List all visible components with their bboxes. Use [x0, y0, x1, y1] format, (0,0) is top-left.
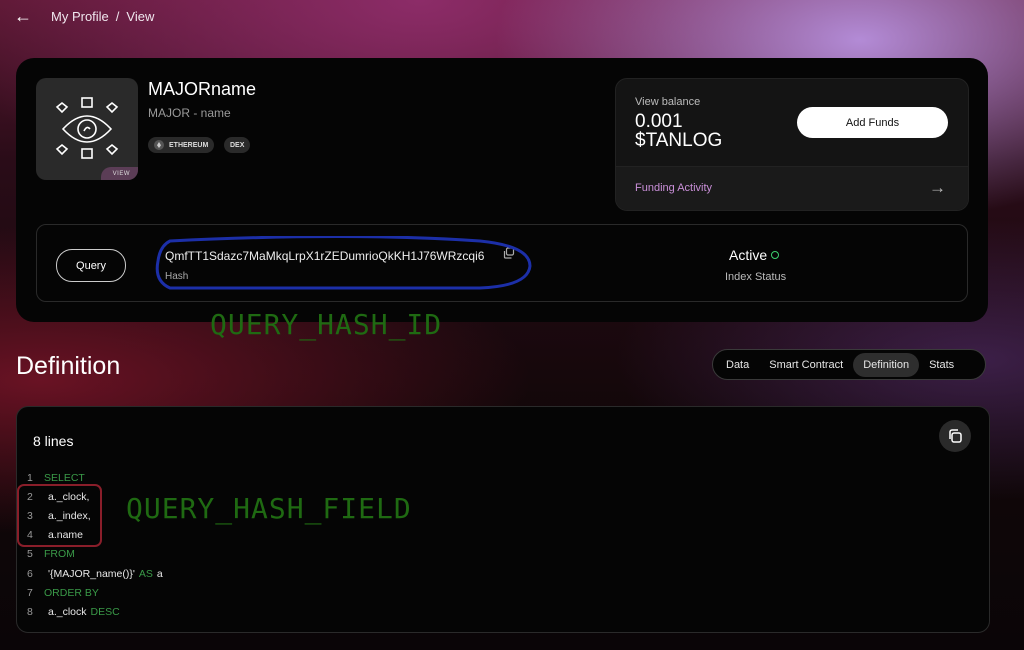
avatar-view-tag[interactable]: VIEW: [100, 167, 138, 180]
eye-logo-icon: [55, 97, 119, 159]
balance-amount: 0.001 $TANLOG: [635, 112, 722, 150]
arrow-right-icon[interactable]: →: [929, 178, 946, 198]
code-text: '{MAJOR_name()}': [48, 568, 135, 580]
code-keyword: SELECT: [44, 472, 85, 484]
code-line: 5 FROM: [27, 548, 75, 560]
balance-currency: $TANLOG: [635, 130, 723, 151]
code-keyword: AS: [138, 568, 153, 580]
line-number: 5: [27, 548, 33, 560]
chip-ethereum-label: ETHEREUM: [169, 141, 209, 149]
query-button[interactable]: Query: [56, 249, 126, 282]
status-dot-icon: [771, 251, 780, 260]
code-keyword: FROM: [44, 548, 75, 560]
ethereum-icon: [154, 140, 164, 150]
line-number: 1: [27, 472, 33, 484]
index-status-label: Index Status: [725, 271, 787, 283]
add-funds-button[interactable]: Add Funds: [797, 107, 948, 138]
balance-card: View balance 0.001 $TANLOG Add Funds Fun…: [615, 78, 969, 211]
code-keyword: ORDER BY: [44, 587, 99, 599]
code-keyword: DESC: [90, 606, 120, 618]
profile-name: MAJORname: [148, 79, 257, 99]
code-text: a: [156, 568, 163, 580]
annotation-field-box: [17, 484, 102, 547]
annotation-query-hash-field: QUERY_HASH_FIELD: [126, 492, 412, 525]
copy-icon: [949, 429, 962, 443]
section-title: Definition: [16, 352, 121, 380]
top-bar: ← My Profile / View: [0, 0, 1024, 32]
tab-data[interactable]: Data: [716, 353, 759, 377]
breadcrumb-parent[interactable]: My Profile: [51, 9, 109, 24]
chip-ethereum: ETHEREUM: [148, 137, 215, 153]
profile-subname: MAJOR - name: [148, 106, 231, 120]
balance-number: 0.001: [635, 111, 683, 132]
index-status-value: Active: [729, 247, 768, 263]
code-line: 7 ORDER BY: [27, 587, 99, 599]
breadcrumb: My Profile / View: [51, 9, 154, 24]
annotation-hash-outline: [155, 236, 532, 290]
lines-count: 8 lines: [33, 433, 74, 449]
view-tabs: Data Smart Contract Definition Stats: [712, 349, 986, 380]
code-line: 6 '{MAJOR_name()}' AS a: [27, 568, 163, 580]
tab-definition[interactable]: Definition: [853, 352, 920, 377]
index-status: Active: [729, 247, 780, 263]
breadcrumb-separator: /: [115, 9, 120, 24]
breadcrumb-current: View: [126, 9, 155, 24]
line-number: 6: [27, 568, 33, 580]
code-line: 8 a._clock DESC: [27, 606, 120, 618]
funding-activity-link[interactable]: Funding Activity: [635, 182, 712, 194]
code-text: a._clock: [48, 606, 87, 618]
code-line: 1 SELECT: [27, 472, 85, 484]
balance-label: View balance: [635, 96, 701, 108]
chip-dex: DEX: [224, 137, 251, 153]
back-arrow-icon[interactable]: ←: [14, 6, 32, 27]
line-number: 7: [27, 587, 33, 599]
tab-smart-contract[interactable]: Smart Contract: [759, 353, 853, 377]
avatar[interactable]: VIEW: [36, 78, 138, 180]
annotation-query-hash-id: QUERY_HASH_ID: [210, 308, 443, 341]
copy-code-button[interactable]: [939, 420, 971, 452]
line-number: 8: [27, 606, 33, 618]
chip-dex-label: DEX: [230, 141, 245, 149]
tab-stats[interactable]: Stats: [919, 353, 964, 377]
funding-activity-row[interactable]: Funding Activity →: [616, 166, 968, 210]
